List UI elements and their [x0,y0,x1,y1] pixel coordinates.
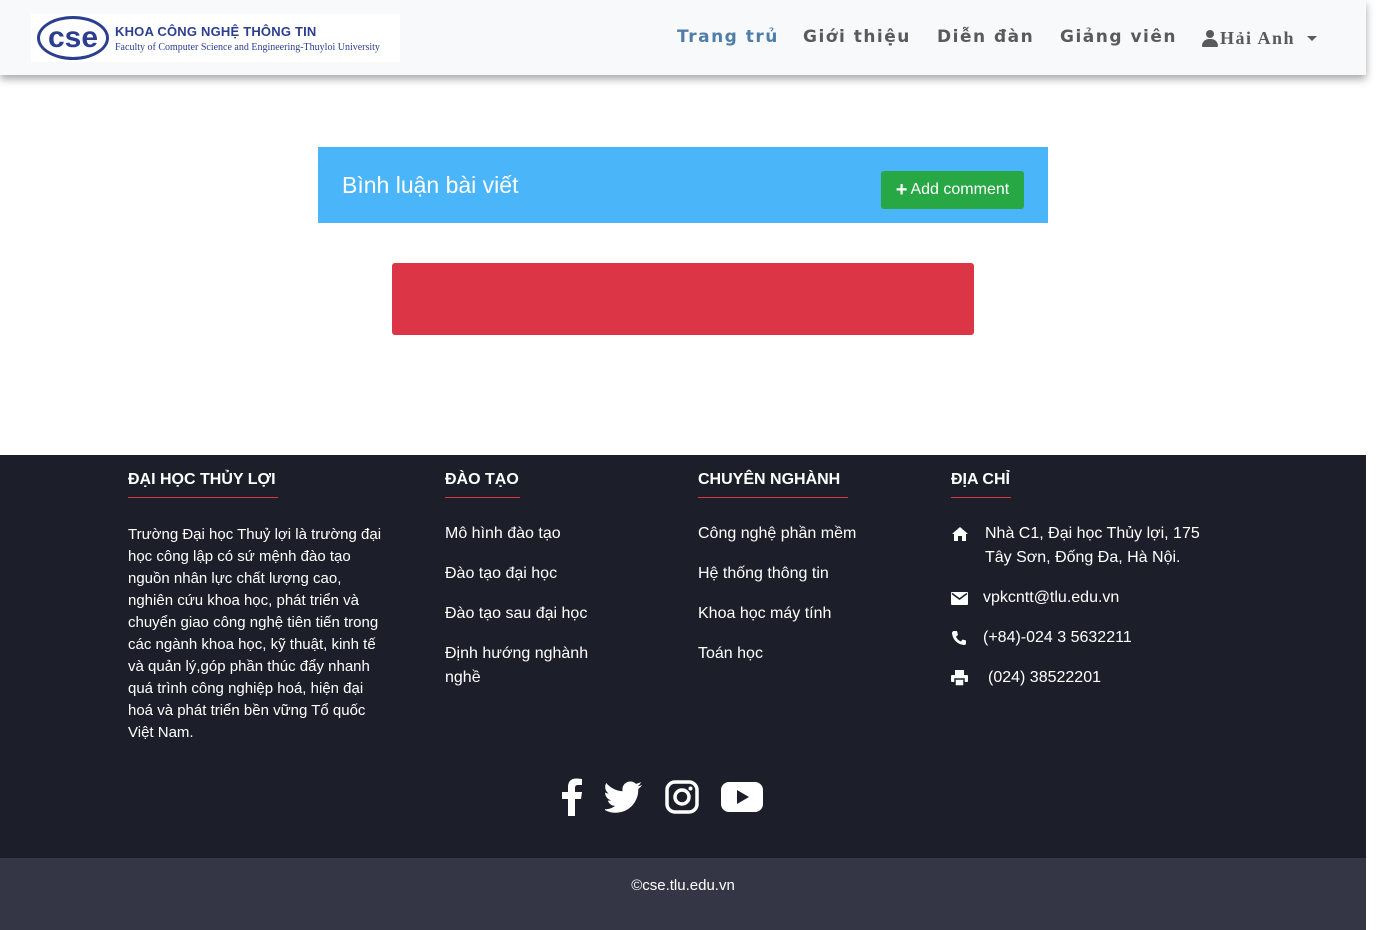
footer-link-software-engineering[interactable]: Công nghệ phần mềm [698,522,856,546]
copyright-text: ©cse.tlu.edu.vn [631,877,735,894]
logo-title: KHOA CÔNG NGHỆ THÔNG TIN [115,23,317,39]
footer-address: Nhà C1, Đại học Thủy lợi, 175 Tây Sơn, Đ… [985,525,1200,566]
nav-forum[interactable]: Diễn đàn [937,27,1034,47]
nav-lecturers[interactable]: Giảng viên [1060,27,1177,47]
top-navbar: cse KHOA CÔNG NGHỆ THÔNG TIN Faculty of … [0,0,1366,75]
footer-email-row: vpkcntt@tlu.edu.vn [951,586,1119,610]
home-icon [951,522,985,546]
alert-box [392,263,974,335]
footer-link-undergraduate[interactable]: Đào tạo đại học [445,562,557,586]
footer-link-training-model[interactable]: Mô hình đào tạo [445,522,561,546]
phone-icon [951,626,983,650]
footer-title-underline [445,497,520,498]
footer-phone: (+84)-024 3 5632211 [983,629,1132,646]
twitter-icon[interactable] [604,775,644,819]
footer-about-title: ĐẠI HỌC THỦY LỢI [128,471,276,488]
youtube-icon[interactable] [720,775,764,819]
user-icon [1202,30,1218,47]
user-name: Hải Anh [1220,28,1296,48]
site-logo[interactable]: cse KHOA CÔNG NGHỆ THÔNG TIN Faculty of … [31,14,400,62]
user-menu-dropdown[interactable]: Hải Anh [1202,28,1318,49]
footer-majors-title: CHUYÊN NGHÀNH [698,471,841,488]
footer-link-career-orientation[interactable]: Định hướng nghành nghề [445,642,605,690]
footer-fax: (024) 38522201 [988,669,1101,686]
copyright-bar: ©cse.tlu.edu.vn [0,858,1366,930]
facebook-icon[interactable] [558,775,586,819]
footer-training-title: ĐÀO TẠO [445,471,519,488]
footer: ĐẠI HỌC THỦY LỢI Trường Đại học Thuỷ lợi… [0,455,1366,858]
chevron-down-icon [1307,36,1318,41]
footer-link-postgraduate[interactable]: Đào tạo sau đại học [445,602,587,626]
add-comment-label: Add comment [910,181,1010,198]
add-comment-button[interactable]: + Add comment [881,171,1024,209]
comment-section-header: Bình luận bài viết + Add comment [318,147,1048,223]
instagram-icon[interactable] [664,775,700,819]
plus-icon: + [895,179,908,201]
logo-subtitle: Faculty of Computer Science and Engineer… [115,41,380,53]
footer-link-computer-science[interactable]: Khoa học máy tính [698,602,831,626]
footer-title-underline [128,497,278,498]
footer-email[interactable]: vpkcntt@tlu.edu.vn [983,586,1119,610]
footer-address-row: Nhà C1, Đại học Thủy lợi, 175 Tây Sơn, Đ… [951,522,1221,570]
logo-text: KHOA CÔNG NGHỆ THÔNG TIN Faculty of Comp… [115,24,380,53]
footer-about-text: Trường Đại học Thuỷ lợi là trường đại họ… [128,526,382,741]
print-icon [951,666,988,690]
comment-section-title: Bình luận bài viết [342,172,519,198]
footer-address-title: ĐỊA CHỈ [951,471,1010,488]
envelope-icon [951,586,983,610]
footer-phone-row: (+84)-024 3 5632211 [951,626,1132,650]
footer-fax-row: (024) 38522201 [951,666,1101,690]
footer-title-underline [698,497,848,498]
footer-link-information-systems[interactable]: Hệ thống thông tin [698,562,829,586]
footer-link-mathematics[interactable]: Toán học [698,642,763,666]
logo-mark: cse [37,16,109,60]
footer-title-underline [951,497,1011,498]
nav-about[interactable]: Giới thiệu [803,27,911,47]
nav-home[interactable]: Trang trủ [677,27,779,47]
